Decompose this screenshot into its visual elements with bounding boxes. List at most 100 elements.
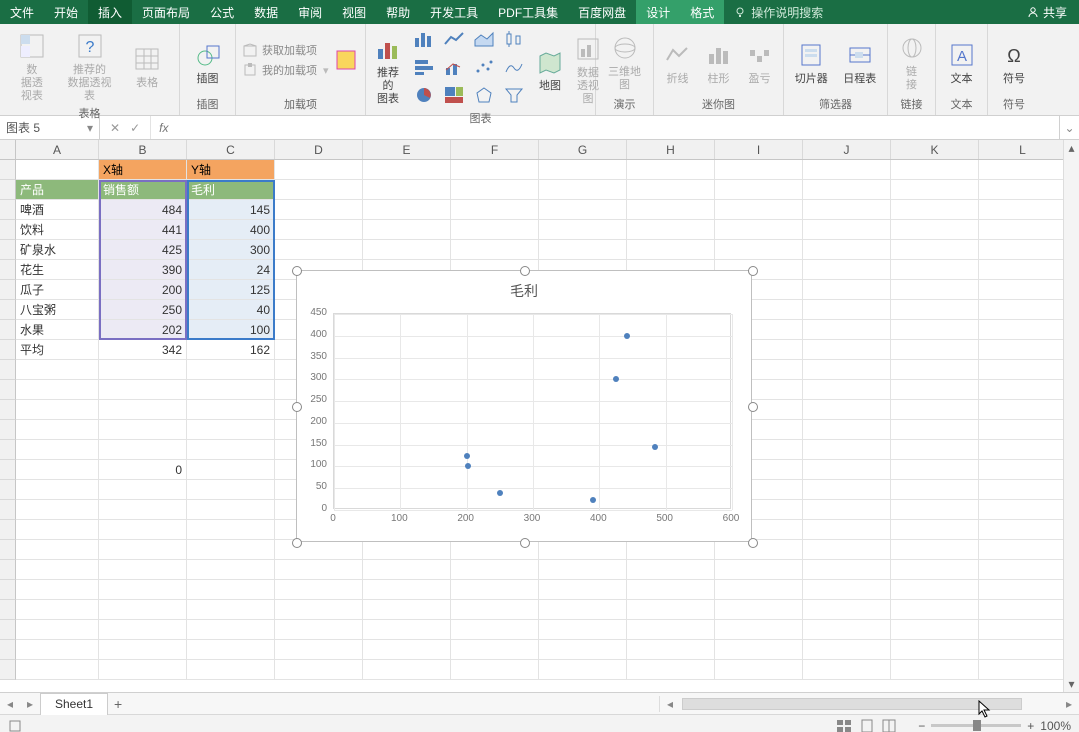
cell-D3[interactable] — [275, 200, 363, 220]
cell-C14[interactable] — [187, 420, 275, 440]
tab-nav-prev[interactable]: ◂ — [0, 697, 20, 711]
tab-公式[interactable]: 公式 — [200, 0, 244, 24]
cell-G1[interactable] — [539, 160, 627, 180]
cell-A2[interactable]: 产品 — [16, 180, 99, 200]
cell-A9[interactable]: 水果 — [16, 320, 99, 340]
cell-K9[interactable] — [891, 320, 979, 340]
cell-D23[interactable] — [275, 600, 363, 620]
row-header-5[interactable] — [0, 240, 16, 260]
cell-H4[interactable] — [627, 220, 715, 240]
cell-J21[interactable] — [803, 560, 891, 580]
cell-G22[interactable] — [539, 580, 627, 600]
row-header-21[interactable] — [0, 560, 16, 580]
cell-B19[interactable] — [99, 520, 187, 540]
cell-B15[interactable] — [99, 440, 187, 460]
cell-L1[interactable] — [979, 160, 1067, 180]
link-button[interactable]: 链 接 — [894, 28, 929, 92]
cell-K10[interactable] — [891, 340, 979, 360]
cell-K1[interactable] — [891, 160, 979, 180]
zoom-slider[interactable] — [931, 724, 1021, 727]
cell-K24[interactable] — [891, 620, 979, 640]
cell-C15[interactable] — [187, 440, 275, 460]
cell-A18[interactable] — [16, 500, 99, 520]
cell-D1[interactable] — [275, 160, 363, 180]
hbar-chart-icon[interactable] — [410, 54, 438, 80]
cell-C22[interactable] — [187, 580, 275, 600]
cell-B12[interactable] — [99, 380, 187, 400]
tab-页面布局[interactable]: 页面布局 — [132, 0, 200, 24]
cell-B16[interactable]: 0 — [99, 460, 187, 480]
funnel-chart-icon[interactable] — [500, 82, 528, 108]
timeline-button[interactable]: 日程表 — [839, 35, 882, 86]
row-header-26[interactable] — [0, 660, 16, 680]
cell-F1[interactable] — [451, 160, 539, 180]
symbols-button[interactable]: Ω 符号 — [994, 35, 1034, 86]
cell-L24[interactable] — [979, 620, 1067, 640]
tab-开发工具[interactable]: 开发工具 — [420, 0, 488, 24]
cell-I23[interactable] — [715, 600, 803, 620]
cell-L8[interactable] — [979, 300, 1067, 320]
cell-B1[interactable]: X轴 — [99, 160, 187, 180]
tab-百度网盘[interactable]: 百度网盘 — [568, 0, 636, 24]
cell-A21[interactable] — [16, 560, 99, 580]
cell-J24[interactable] — [803, 620, 891, 640]
tab-设计[interactable]: 设计 — [636, 0, 680, 24]
sparkline-winloss-button[interactable]: 盈亏 — [742, 35, 777, 86]
cell-A1[interactable] — [16, 160, 99, 180]
cell-H3[interactable] — [627, 200, 715, 220]
cell-C24[interactable] — [187, 620, 275, 640]
cell-C1[interactable]: Y轴 — [187, 160, 275, 180]
cell-B17[interactable] — [99, 480, 187, 500]
cell-J4[interactable] — [803, 220, 891, 240]
row-header-20[interactable] — [0, 540, 16, 560]
row-header-4[interactable] — [0, 220, 16, 240]
cell-L12[interactable] — [979, 380, 1067, 400]
cell-A26[interactable] — [16, 660, 99, 680]
cell-E20[interactable] — [363, 540, 451, 560]
cell-K12[interactable] — [891, 380, 979, 400]
cell-G25[interactable] — [539, 640, 627, 660]
cell-I2[interactable] — [715, 180, 803, 200]
3d-map-button[interactable]: 三维地 图 — [602, 28, 647, 92]
cell-K6[interactable] — [891, 260, 979, 280]
cell-D26[interactable] — [275, 660, 363, 680]
zoom-in-button[interactable]: + — [1027, 719, 1034, 732]
cell-K13[interactable] — [891, 400, 979, 420]
cell-D4[interactable] — [275, 220, 363, 240]
vertical-scrollbar[interactable]: ▴ ▾ — [1063, 140, 1079, 692]
cell-I20[interactable] — [715, 540, 803, 560]
cell-L19[interactable] — [979, 520, 1067, 540]
cell-D2[interactable] — [275, 180, 363, 200]
tab-视图[interactable]: 视图 — [332, 0, 376, 24]
pie-chart-icon[interactable] — [410, 82, 438, 108]
scroll-up-icon[interactable]: ▴ — [1064, 140, 1079, 156]
chart-resize-handle[interactable] — [520, 538, 530, 548]
tab-开始[interactable]: 开始 — [44, 0, 88, 24]
row-header-6[interactable] — [0, 260, 16, 280]
cell-J3[interactable] — [803, 200, 891, 220]
cell-A10[interactable]: 平均 — [16, 340, 99, 360]
cell-I25[interactable] — [715, 640, 803, 660]
cell-F21[interactable] — [451, 560, 539, 580]
cell-G20[interactable] — [539, 540, 627, 560]
table-button[interactable]: 表格 — [121, 39, 173, 90]
cell-J18[interactable] — [803, 500, 891, 520]
cell-C25[interactable] — [187, 640, 275, 660]
cell-A14[interactable] — [16, 420, 99, 440]
cell-L23[interactable] — [979, 600, 1067, 620]
row-header-3[interactable] — [0, 200, 16, 220]
col-header-G[interactable]: G — [539, 140, 627, 159]
tab-文件[interactable]: 文件 — [0, 0, 44, 24]
tab-帮助[interactable]: 帮助 — [376, 0, 420, 24]
cell-J25[interactable] — [803, 640, 891, 660]
cell-C12[interactable] — [187, 380, 275, 400]
cell-B5[interactable]: 425 — [99, 240, 187, 260]
area-chart-icon[interactable] — [470, 26, 498, 52]
horizontal-scrollbar[interactable] — [682, 697, 1057, 711]
tab-插入[interactable]: 插入 — [88, 0, 132, 24]
cell-I1[interactable] — [715, 160, 803, 180]
cell-J17[interactable] — [803, 480, 891, 500]
cell-A24[interactable] — [16, 620, 99, 640]
cell-H24[interactable] — [627, 620, 715, 640]
cell-E23[interactable] — [363, 600, 451, 620]
